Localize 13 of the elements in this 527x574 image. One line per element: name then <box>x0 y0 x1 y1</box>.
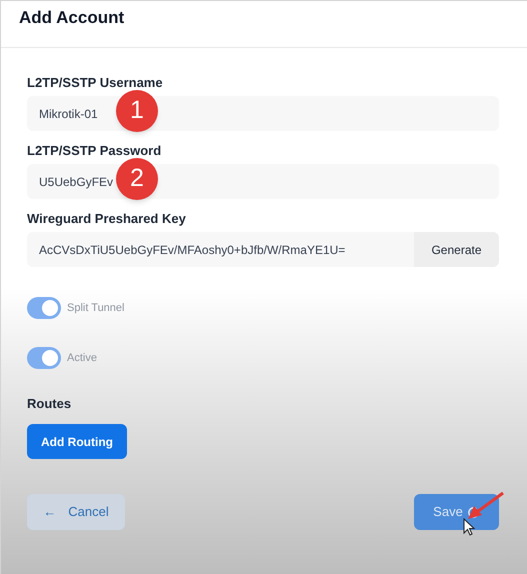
toggle-label: Split Tunnel <box>67 300 124 316</box>
toggle-label: Active <box>67 350 97 366</box>
field-label: L2TP/SSTP Username <box>27 75 163 90</box>
annotation-arrow <box>465 491 505 521</box>
input-field[interactable]: AcCVsDxTiU5UebGyFEv/MFAoshy0+bJfb/W/RmaYE1U= <box>27 232 414 267</box>
add-routing-button[interactable]: Add Routing <box>27 424 127 459</box>
field-label: L2TP/SSTP Password <box>27 143 162 158</box>
cancel-button[interactable]: ← Cancel <box>27 494 125 530</box>
cursor-icon <box>463 518 475 536</box>
field-label: Wireguard Preshared Key <box>27 211 186 226</box>
generate-button[interactable]: Generate <box>414 232 499 267</box>
section-heading: Routes <box>27 396 72 411</box>
dialog-title: Add Account <box>19 7 124 29</box>
